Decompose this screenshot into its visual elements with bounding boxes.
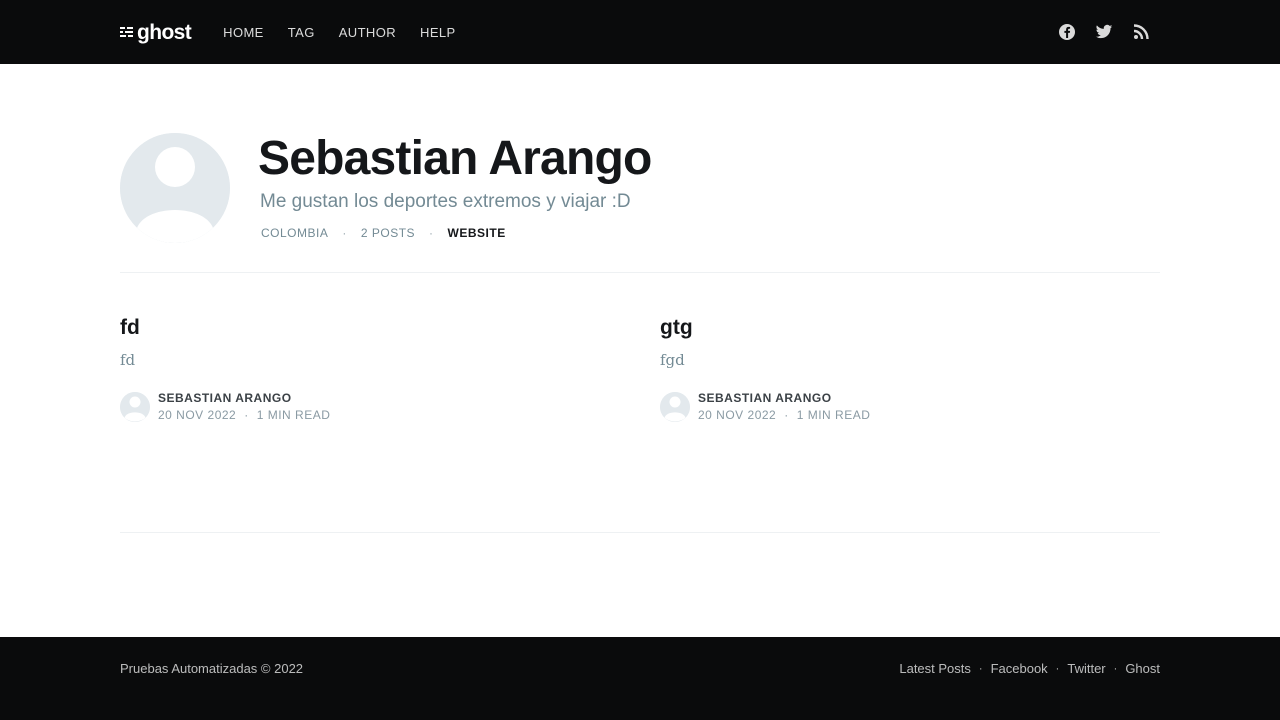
footer-link-twitter[interactable]: Twitter bbox=[1067, 661, 1105, 676]
reading-time: 1 MIN READ bbox=[256, 408, 331, 422]
twitter-icon[interactable] bbox=[1095, 23, 1113, 41]
main-nav: HOME TAG AUTHOR HELP bbox=[223, 25, 479, 40]
nav-help[interactable]: HELP bbox=[420, 25, 456, 40]
author-location: COLOMBIA bbox=[261, 226, 329, 240]
nav-author[interactable]: AUTHOR bbox=[339, 25, 396, 40]
author-meta: COLOMBIA · 2 POSTS · WEBSITE bbox=[261, 226, 506, 240]
post-card: gtg fgd SEBASTIAN ARANGO 20 NOV 2022 · 1… bbox=[660, 316, 1160, 424]
reading-time: 1 MIN READ bbox=[796, 408, 871, 422]
logo-text: ghost bbox=[137, 20, 192, 44]
author-avatar-small[interactable] bbox=[660, 392, 690, 422]
post-meta-text: SEBASTIAN ARANGO 20 NOV 2022 · 1 MIN REA… bbox=[698, 390, 870, 424]
author-website-link[interactable]: WEBSITE bbox=[448, 226, 506, 240]
post-date: 20 NOV 2022 bbox=[158, 408, 237, 422]
user-icon bbox=[660, 392, 690, 422]
divider bbox=[120, 532, 1160, 533]
footer-link-facebook[interactable]: Facebook bbox=[991, 661, 1048, 676]
footer-nav: Latest Posts · Facebook · Twitter · Ghos… bbox=[899, 661, 1160, 676]
footer-separator: · bbox=[1113, 662, 1118, 675]
social-links bbox=[1058, 23, 1150, 41]
author-name: Sebastian Arango bbox=[258, 132, 652, 185]
date-separator: · bbox=[784, 408, 789, 422]
footer-link-latest-posts[interactable]: Latest Posts bbox=[899, 661, 971, 676]
footer-separator: · bbox=[978, 662, 983, 675]
ghost-logo-icon bbox=[120, 26, 133, 38]
divider bbox=[120, 272, 1160, 273]
author-post-count: 2 POSTS bbox=[360, 226, 416, 240]
author-avatar bbox=[120, 133, 230, 243]
post-author-link[interactable]: SEBASTIAN ARANGO bbox=[698, 390, 870, 406]
post-title[interactable]: fd bbox=[120, 316, 620, 340]
user-icon bbox=[120, 133, 230, 243]
author-avatar-small[interactable] bbox=[120, 392, 150, 422]
site-header: ghost HOME TAG AUTHOR HELP bbox=[0, 0, 1280, 64]
nav-home[interactable]: HOME bbox=[223, 25, 264, 40]
author-bio: Me gustan los deportes extremos y viajar… bbox=[260, 191, 631, 212]
post-date-line: 20 NOV 2022 · 1 MIN READ bbox=[158, 406, 330, 424]
post-meta: SEBASTIAN ARANGO 20 NOV 2022 · 1 MIN REA… bbox=[120, 390, 620, 424]
meta-separator: · bbox=[429, 226, 434, 240]
rss-icon[interactable] bbox=[1132, 23, 1150, 41]
post-excerpt: fgd bbox=[660, 351, 685, 369]
post-excerpt: fd bbox=[120, 351, 136, 369]
post-meta: SEBASTIAN ARANGO 20 NOV 2022 · 1 MIN REA… bbox=[660, 390, 1160, 424]
post-title[interactable]: gtg bbox=[660, 316, 1160, 340]
post-card: fd fd SEBASTIAN ARANGO 20 NOV 2022 · 1 M… bbox=[120, 316, 620, 424]
facebook-icon[interactable] bbox=[1058, 23, 1076, 41]
header-inner: ghost HOME TAG AUTHOR HELP bbox=[120, 0, 1160, 64]
author-header: Sebastian Arango Me gustan los deportes … bbox=[120, 132, 1160, 273]
date-separator: · bbox=[244, 408, 249, 422]
post-date-line: 20 NOV 2022 · 1 MIN READ bbox=[698, 406, 870, 424]
footer-link-ghost[interactable]: Ghost bbox=[1125, 661, 1160, 676]
nav-tag[interactable]: TAG bbox=[288, 25, 315, 40]
footer-inner: Pruebas Automatizadas © 2022 Latest Post… bbox=[120, 661, 1160, 676]
site-logo[interactable]: ghost bbox=[120, 20, 192, 44]
user-icon bbox=[120, 392, 150, 422]
meta-separator: · bbox=[342, 226, 347, 240]
post-meta-text: SEBASTIAN ARANGO 20 NOV 2022 · 1 MIN REA… bbox=[158, 390, 330, 424]
post-date: 20 NOV 2022 bbox=[698, 408, 777, 422]
footer-copyright: Pruebas Automatizadas © 2022 bbox=[120, 661, 304, 676]
site-footer: Pruebas Automatizadas © 2022 Latest Post… bbox=[0, 637, 1280, 720]
post-author-link[interactable]: SEBASTIAN ARANGO bbox=[158, 390, 330, 406]
footer-separator: · bbox=[1055, 662, 1060, 675]
